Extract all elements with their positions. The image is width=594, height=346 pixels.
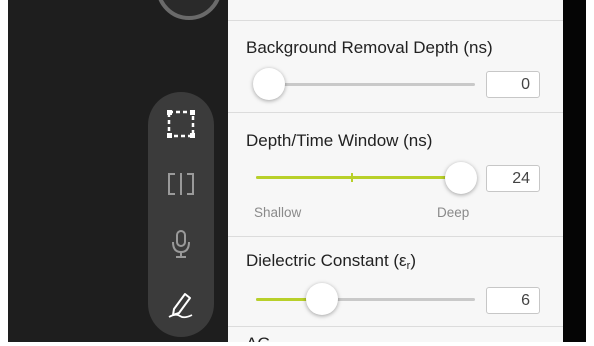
- microphone-icon[interactable]: [161, 224, 201, 264]
- split-view-icon[interactable]: [161, 164, 201, 204]
- divider: [228, 112, 563, 113]
- settings-panel: Background Removal Depth (ns) 0 Depth/Ti…: [228, 0, 563, 342]
- screen-edge: [563, 0, 586, 342]
- capture-button[interactable]: [156, 0, 222, 20]
- next-setting-label: AG: [246, 334, 271, 342]
- dielectric-constant-label: Dielectric Constant (εr): [246, 251, 416, 272]
- background-removal-label: Background Removal Depth (ns): [246, 38, 493, 57]
- depth-time-window-slider[interactable]: [256, 173, 475, 182]
- tool-palette: [148, 92, 214, 337]
- shallow-label: Shallow: [254, 205, 302, 220]
- divider: [228, 236, 563, 237]
- divider: [228, 20, 563, 21]
- depth-time-window-value[interactable]: 24: [486, 165, 540, 192]
- background-removal-value[interactable]: 0: [486, 71, 540, 98]
- depth-time-window-knob[interactable]: [445, 162, 477, 194]
- dielectric-constant-knob[interactable]: [306, 283, 338, 315]
- pen-icon[interactable]: [161, 284, 201, 324]
- divider: [228, 326, 563, 327]
- background-removal-knob[interactable]: [253, 68, 285, 100]
- depth-time-window-label: Depth/Time Window (ns): [246, 131, 433, 150]
- dielectric-constant-value[interactable]: 6: [486, 287, 540, 314]
- background-removal-slider[interactable]: [256, 83, 475, 86]
- deep-label: Deep: [437, 205, 470, 220]
- select-rectangle-icon[interactable]: [161, 104, 201, 144]
- dielectric-constant-slider[interactable]: [256, 298, 475, 301]
- app-screen: Background Removal Depth (ns) 0 Depth/Ti…: [8, 0, 586, 342]
